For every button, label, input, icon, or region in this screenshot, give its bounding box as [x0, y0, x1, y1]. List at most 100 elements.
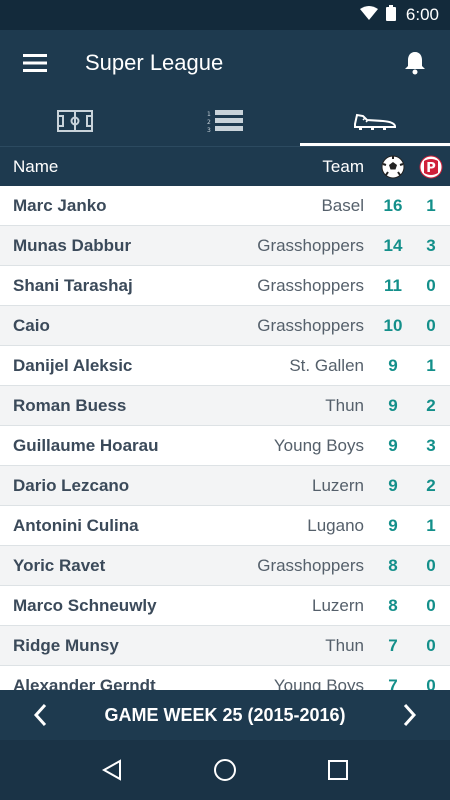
recents-square-icon — [328, 760, 349, 780]
team-name: Luzern — [312, 475, 364, 495]
table-row[interactable]: Marco Schneuwly Luzern 8 0 — [0, 586, 450, 626]
svg-text:2: 2 — [207, 119, 211, 126]
goals-count: 9 — [388, 515, 398, 535]
column-header-name: Name — [13, 156, 59, 176]
penalties-count: 0 — [426, 275, 436, 295]
penalties-count: 2 — [426, 475, 436, 495]
penalties-count: 1 — [426, 195, 436, 215]
tab-field[interactable] — [0, 95, 150, 146]
table-row[interactable]: Shani Tarashaj Grasshoppers 11 0 — [0, 266, 450, 306]
next-week-button[interactable] — [370, 690, 450, 740]
column-header-team: Team — [322, 156, 364, 176]
team-name: St. Gallen — [289, 355, 364, 375]
player-name: Ridge Munsy — [13, 635, 119, 655]
penalty-icon: P — [419, 155, 443, 178]
team-name: Thun — [325, 635, 364, 655]
table-row[interactable]: Ridge Munsy Thun 7 0 — [0, 626, 450, 666]
bell-icon — [405, 51, 425, 74]
table-row[interactable]: Munas Dabbur Grasshoppers 14 3 — [0, 226, 450, 266]
penalties-count: 1 — [426, 515, 436, 535]
status-bar: 6:00 — [0, 0, 450, 30]
table-row[interactable]: Antonini Culina Lugano 9 1 — [0, 506, 450, 546]
penalties-count: 0 — [426, 635, 436, 655]
penalties-count: 0 — [426, 675, 436, 691]
system-nav-bar — [0, 740, 450, 800]
player-name: Marc Janko — [13, 195, 107, 215]
player-name: Caio — [13, 315, 50, 335]
penalties-count: 3 — [426, 435, 436, 455]
app-title: Super League — [85, 49, 224, 75]
notifications-button[interactable] — [385, 30, 445, 95]
goals-count: 14 — [383, 235, 403, 255]
player-name: Dario Lezcano — [13, 475, 130, 495]
back-button[interactable] — [87, 745, 137, 795]
team-name: Luzern — [312, 595, 364, 615]
goals-count: 9 — [388, 435, 398, 455]
menu-button[interactable] — [0, 30, 70, 95]
team-name: Young Boys — [273, 435, 364, 455]
soccer-boot-icon — [354, 113, 396, 130]
penalties-count: 0 — [426, 555, 436, 575]
recents-button[interactable] — [313, 745, 363, 795]
goals-count: 11 — [384, 275, 402, 295]
ranking-list-icon: 1 2 3 — [207, 109, 243, 133]
goals-count: 7 — [388, 675, 398, 691]
team-name: Lugano — [307, 515, 364, 535]
player-name: Guillaume Hoarau — [13, 435, 159, 455]
goals-count: 8 — [388, 555, 398, 575]
back-triangle-icon — [101, 759, 121, 781]
team-name: Thun — [325, 395, 364, 415]
goals-count: 16 — [383, 195, 403, 215]
table-row[interactable]: Alexander Gerndt Young Boys 7 0 — [0, 666, 450, 690]
table-row[interactable]: Marc Janko Basel 16 1 — [0, 186, 450, 226]
table-row[interactable]: Guillaume Hoarau Young Boys 9 3 — [0, 426, 450, 466]
table-header: Name Team P — [0, 146, 450, 186]
goals-count: 10 — [383, 315, 403, 335]
tab-scorers[interactable] — [300, 95, 450, 146]
player-name: Munas Dabbur — [13, 235, 132, 255]
goals-count: 7 — [388, 635, 398, 655]
team-name: Grasshoppers — [257, 555, 364, 575]
game-week-bar: GAME WEEK 25 (2015-2016) — [0, 690, 450, 740]
tab-bar: 1 2 3 — [0, 95, 450, 146]
table-row[interactable]: Caio Grasshoppers 10 0 — [0, 306, 450, 346]
player-name: Marco Schneuwly — [13, 595, 157, 615]
svg-text:1: 1 — [207, 111, 211, 118]
table-row[interactable]: Danijel Aleksic St. Gallen 9 1 — [0, 346, 450, 386]
goals-count: 9 — [388, 395, 398, 415]
column-header-penalties: P — [412, 155, 450, 179]
scorers-list[interactable]: Marc Janko Basel 16 1 Munas Dabbur Grasshoppe… — [0, 186, 450, 690]
previous-week-button[interactable] — [0, 690, 80, 740]
player-name: Danijel Aleksic — [13, 355, 133, 375]
chevron-left-icon — [33, 703, 47, 727]
player-name: Antonini Culina — [13, 515, 139, 535]
team-name: Basel — [321, 195, 364, 215]
player-name: Shani Tarashaj — [13, 275, 133, 295]
team-name: Grasshoppers — [257, 235, 364, 255]
svg-text:P: P — [426, 161, 436, 176]
player-name: Yoric Ravet — [13, 555, 106, 575]
penalties-count: 1 — [426, 355, 436, 375]
tab-standings[interactable]: 1 2 3 — [150, 95, 300, 146]
status-time: 6:00 — [405, 5, 439, 24]
wifi-icon — [359, 5, 378, 25]
home-button[interactable] — [200, 745, 250, 795]
table-row[interactable]: Yoric Ravet Grasshoppers 8 0 — [0, 546, 450, 586]
goals-count: 9 — [388, 355, 398, 375]
game-week-label: GAME WEEK 25 (2015-2016) — [104, 704, 346, 725]
penalties-count: 2 — [426, 395, 436, 415]
goals-count: 8 — [388, 595, 398, 615]
team-name: Grasshoppers — [257, 315, 364, 335]
chevron-right-icon — [403, 703, 417, 727]
soccer-ball-icon — [381, 155, 405, 178]
soccer-field-icon — [57, 109, 93, 132]
home-circle-icon — [213, 759, 236, 781]
svg-text:3: 3 — [207, 127, 211, 133]
goals-count: 9 — [388, 475, 398, 495]
table-row[interactable]: Dario Lezcano Luzern 9 2 — [0, 466, 450, 506]
penalties-count: 0 — [426, 595, 436, 615]
table-row[interactable]: Roman Buess Thun 9 2 — [0, 386, 450, 426]
team-name: Young Boys — [273, 675, 364, 691]
team-name: Grasshoppers — [257, 275, 364, 295]
hamburger-icon — [23, 53, 47, 72]
